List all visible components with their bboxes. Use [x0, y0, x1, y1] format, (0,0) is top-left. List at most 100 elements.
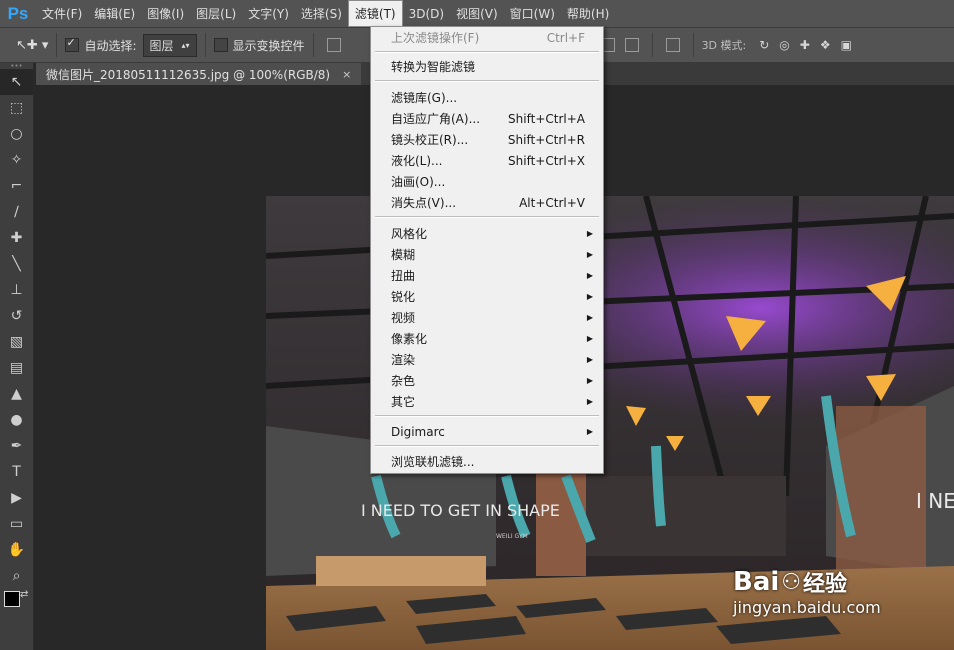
auto-align-icon[interactable]	[665, 38, 680, 52]
menu-blur[interactable]: 模糊 ▶	[371, 244, 603, 265]
menu-item-shortcut: Shift+Ctrl+A	[508, 111, 585, 126]
auto-select-value: 图层	[149, 38, 174, 53]
menu-item-label: 扭曲	[391, 269, 416, 283]
menu-help[interactable]: 帮助(H)	[561, 0, 615, 27]
submenu-arrow-icon: ▶	[586, 397, 593, 406]
menu-noise[interactable]: 杂色 ▶	[371, 370, 603, 391]
3d-roll-icon[interactable]: ◎	[779, 38, 789, 52]
show-transform-label: 显示变换控件	[232, 38, 305, 53]
watermark-url: jingyan.baidu.com	[733, 598, 881, 617]
marquee-tool-icon[interactable]: ⬚	[0, 95, 33, 121]
menu-liquify[interactable]: 液化(L)... Shift+Ctrl+X	[371, 150, 603, 171]
3d-pan-icon[interactable]: ✚	[800, 38, 810, 52]
zoom-tool-icon[interactable]: ⌕	[0, 563, 33, 589]
clone-stamp-tool-icon[interactable]: ⊥	[0, 277, 33, 303]
menu-convert-smart-filter[interactable]: 转换为智能滤镜	[371, 56, 603, 77]
menu-file[interactable]: 文件(F)	[36, 0, 88, 27]
menu-view[interactable]: 视图(V)	[450, 0, 504, 27]
crop-tool-icon[interactable]: ⌐	[0, 173, 33, 199]
brush-tool-icon[interactable]: ╲	[0, 251, 33, 277]
document-tab[interactable]: 微信图片_20180511112635.jpg @ 100%(RGB/8) ×	[36, 63, 362, 85]
align-top-icon[interactable]	[326, 38, 341, 52]
submenu-arrow-icon: ▶	[586, 427, 593, 436]
menu-sharpen[interactable]: 锐化 ▶	[371, 286, 603, 307]
submenu-arrow-icon: ▶	[586, 292, 593, 301]
menu-render[interactable]: 渲染 ▶	[371, 349, 603, 370]
menu-type[interactable]: 文字(Y)	[242, 0, 295, 27]
gradient-tool-icon[interactable]: ▤	[0, 355, 33, 381]
menu-item-label: 滤镜库(G)...	[391, 91, 458, 105]
divider	[692, 33, 694, 57]
hand-tool-icon[interactable]: ✋	[0, 537, 33, 563]
menu-vanishing-point[interactable]: 消失点(V)... Alt+Ctrl+V	[371, 192, 603, 213]
eraser-tool-icon[interactable]: ▧	[0, 329, 33, 355]
pen-tool-icon[interactable]: ✒	[0, 433, 33, 459]
path-selection-tool-icon[interactable]: ▶	[0, 485, 33, 511]
menu-separator	[375, 51, 599, 53]
auto-select-checkbox[interactable]	[65, 36, 80, 52]
healing-brush-tool-icon[interactable]: ✚	[0, 225, 33, 251]
menu-filter[interactable]: 滤镜(T)	[347, 0, 403, 27]
menu-image[interactable]: 图像(I)	[141, 0, 190, 27]
menu-item-label: 转换为智能滤镜	[391, 60, 476, 74]
wall-brand-text: WEILI GYM	[496, 533, 528, 540]
menu-browse-filters-online[interactable]: 浏览联机滤镜...	[371, 451, 603, 472]
eyedropper-tool-icon[interactable]: ∕	[0, 199, 33, 225]
menu-item-label: 浏览联机滤镜...	[391, 455, 475, 469]
baidu-watermark: Bai ⚇ 经验 jingyan.baidu.com	[733, 566, 881, 617]
menu-stylize[interactable]: 风格化 ▶	[371, 223, 603, 244]
color-swatches[interactable]: ⇄	[0, 589, 33, 613]
menu-item-label: 镜头校正(R)...	[391, 133, 469, 147]
menu-layer[interactable]: 图层(L)	[190, 0, 242, 27]
menu-filter-gallery[interactable]: 滤镜库(G)...	[371, 87, 603, 108]
menu-3d[interactable]: 3D(D)	[403, 0, 450, 27]
dodge-tool-icon[interactable]: ●	[0, 407, 33, 433]
menu-item-shortcut: Shift+Ctrl+X	[508, 153, 585, 168]
swap-colors-icon[interactable]: ⇄	[20, 589, 28, 600]
watermark-brand: Bai	[733, 567, 780, 597]
divider	[312, 33, 314, 57]
show-transform-checkbox[interactable]	[213, 38, 228, 52]
menu-other[interactable]: 其它 ▶	[371, 391, 603, 412]
move-tool-preset-icon[interactable]: ↖✚ ▾	[16, 38, 48, 53]
type-tool-icon[interactable]: T	[0, 459, 33, 485]
menu-digimarc[interactable]: Digimarc ▶	[371, 421, 603, 442]
menu-distort[interactable]: 扭曲 ▶	[371, 265, 603, 286]
submenu-arrow-icon: ▶	[586, 229, 593, 238]
blur-tool-icon[interactable]: ▲	[0, 381, 33, 407]
menu-window[interactable]: 窗口(W)	[504, 0, 561, 27]
history-brush-tool-icon[interactable]: ↺	[0, 303, 33, 329]
divider	[204, 33, 206, 57]
menu-item-label: Digimarc	[391, 424, 445, 439]
menu-video[interactable]: 视频 ▶	[371, 307, 603, 328]
move-tool-icon[interactable]: ↖	[0, 69, 33, 95]
menu-adaptive-wide-angle[interactable]: 自适应广角(A)... Shift+Ctrl+A	[371, 108, 603, 129]
watermark-brand-2: 经验	[803, 572, 848, 597]
divider	[56, 33, 58, 57]
distribute-right-icon[interactable]	[624, 38, 639, 52]
menu-pixelate[interactable]: 像素化 ▶	[371, 328, 603, 349]
3d-scale-icon[interactable]: ▣	[841, 38, 852, 52]
3d-slide-icon[interactable]: ❖	[820, 38, 831, 52]
lasso-tool-icon[interactable]: ○	[0, 121, 33, 147]
close-tab-icon[interactable]: ×	[342, 68, 351, 81]
3d-mode-label: 3D 模式:	[701, 39, 747, 52]
auto-select-dropdown[interactable]: 图层 ▴▾	[142, 33, 197, 57]
menu-select[interactable]: 选择(S)	[295, 0, 348, 27]
divider	[651, 33, 653, 57]
rectangle-tool-icon[interactable]: ▭	[0, 511, 33, 537]
menu-edit[interactable]: 编辑(E)	[88, 0, 141, 27]
menu-oil-paint[interactable]: 油画(O)...	[371, 171, 603, 192]
3d-rotate-icon[interactable]: ↻	[759, 38, 769, 52]
menu-item-label: 自适应广角(A)...	[391, 112, 481, 126]
wall-text-left: I NEED TO GET IN SHAPE	[361, 501, 560, 520]
foreground-color-swatch[interactable]	[4, 591, 20, 607]
dropdown-arrows-icon: ▴▾	[181, 40, 190, 50]
photoshop-logo: Ps	[7, 3, 29, 23]
tools-panel: ••• ↖ ⬚ ○ ✧ ⌐ ∕ ✚ ╲ ⊥ ↺ ▧ ▤ ▲ ● ✒ T ▶ ▭ …	[0, 63, 34, 650]
menu-last-filter[interactable]: 上次滤镜操作(F) Ctrl+F	[371, 27, 603, 48]
document-title: 微信图片_20180511112635.jpg @ 100%(RGB/8)	[46, 67, 331, 82]
magic-wand-tool-icon[interactable]: ✧	[0, 147, 33, 173]
menu-item-label: 锐化	[391, 290, 416, 304]
menu-lens-correction[interactable]: 镜头校正(R)... Shift+Ctrl+R	[371, 129, 603, 150]
